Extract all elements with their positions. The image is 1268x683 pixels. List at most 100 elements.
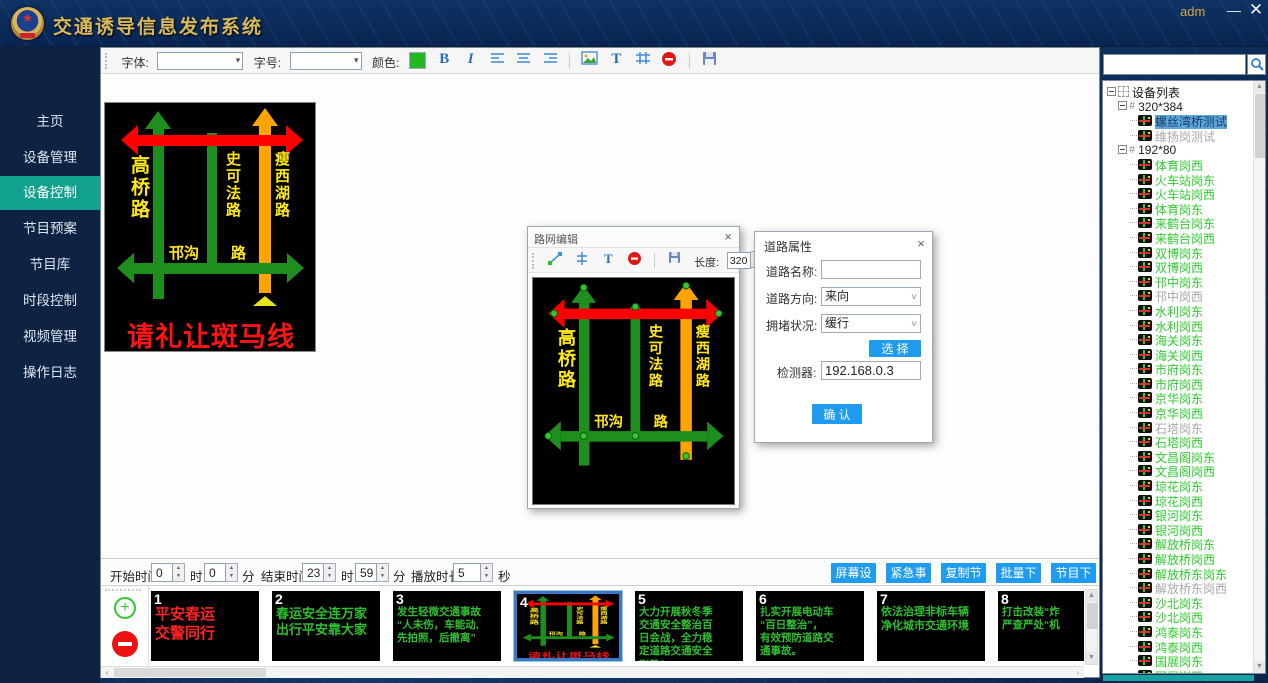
align-left-icon[interactable] [487, 51, 507, 71]
font-select[interactable] [157, 52, 243, 70]
editor-led-canvas[interactable]: 高桥路史可法路瘦西湖路邗沟路 [532, 277, 735, 505]
device-item[interactable]: 来鹤台岗西 [1105, 230, 1253, 245]
action-button-5[interactable]: 节目下发 [1051, 563, 1096, 583]
device-item[interactable]: 解放桥东岗东 [1105, 566, 1253, 581]
device-item[interactable]: 解放桥东岗西 [1105, 580, 1253, 595]
text-tool-button[interactable]: T [598, 251, 618, 271]
program-thumbnail-5[interactable]: 5大力开展秋冬季交通安全整治百日会战，全力稳定道路交通安全形势！ [635, 591, 743, 661]
logged-in-user[interactable]: adm [1180, 4, 1205, 19]
duration-stepper[interactable]: 5▲▼ [453, 563, 493, 582]
program-thumbnail-7[interactable]: 7依法治理非标车辆净化城市交通环境 [877, 591, 985, 661]
draw-road-icon[interactable] [545, 251, 565, 271]
select-button[interactable]: 选 择 [869, 340, 921, 357]
scrollbar-thumb[interactable] [1087, 603, 1098, 629]
edit-handle[interactable] [632, 303, 640, 311]
device-item[interactable]: 水利岗东 [1105, 303, 1253, 318]
scrollbar-thumb[interactable] [114, 668, 266, 677]
program-thumbnail-3[interactable]: 3发生轻微交通事故“人未伤，车能动,先拍照，后撤离” [393, 591, 501, 661]
program-thumbnail-6[interactable]: 6扎实开展电动车“百日整治”，有效预防道路交通事故。 [756, 591, 864, 661]
tree-group-192*80[interactable]: #192*80 [1105, 142, 1253, 157]
edit-handle[interactable] [544, 432, 552, 440]
device-item[interactable]: 双博岗东 [1105, 245, 1253, 260]
device-item[interactable]: 水利岗西 [1105, 318, 1253, 333]
device-search-input[interactable] [1103, 54, 1246, 75]
device-item[interactable]: 文昌阁岗东 [1105, 449, 1253, 464]
collapse-icon[interactable] [1118, 145, 1127, 154]
collapse-icon[interactable] [1118, 101, 1127, 110]
device-item[interactable]: 沙北岗东 [1105, 595, 1253, 610]
save-icon[interactable] [665, 251, 685, 271]
road-network-icon[interactable] [633, 51, 653, 71]
remove-program-button[interactable] [112, 631, 138, 657]
action-button-2[interactable]: 紧急事件 [886, 563, 931, 583]
scrollbar-thumb[interactable] [1255, 94, 1265, 158]
crossing-tool-icon[interactable] [572, 251, 592, 271]
bold-button[interactable]: B [434, 51, 454, 71]
device-item[interactable]: 火车站岗东 [1105, 172, 1253, 187]
device-item[interactable]: 螺丝湾桥测试 [1105, 113, 1253, 128]
scroll-up-icon[interactable]: ▲ [1254, 81, 1265, 93]
device-item[interactable]: 海关岗西 [1105, 347, 1253, 362]
device-item[interactable]: 银河岗西 [1105, 522, 1253, 537]
device-item[interactable]: 市府岗西 [1105, 376, 1253, 391]
color-swatch[interactable] [409, 52, 426, 69]
start-min-stepper[interactable]: 0▲▼ [204, 563, 238, 582]
minimize-button[interactable]: — [1225, 1, 1243, 19]
program-horizontal-scrollbar[interactable]: ‹ › [101, 666, 1084, 678]
sidebar-item-3[interactable]: 设备控制 [0, 176, 100, 210]
device-item[interactable]: 鸿泰岗东 [1105, 624, 1253, 639]
device-item[interactable]: 维扬岗测试 [1105, 128, 1253, 143]
dialog-titlebar[interactable]: 路网编辑 × [528, 227, 739, 248]
scroll-down-icon[interactable]: ▼ [1254, 661, 1265, 673]
edit-handle[interactable] [682, 282, 690, 290]
sidebar-item-1[interactable]: 主页 [0, 105, 100, 139]
device-item[interactable]: 鸿泰岗西 [1105, 639, 1253, 654]
edit-handle[interactable] [682, 452, 690, 460]
strip-grip[interactable] [105, 589, 141, 592]
action-button-4[interactable]: 批量下发 [996, 563, 1041, 583]
led-screen-preview[interactable]: 高桥路史可法路瘦西湖路邗沟路请礼让斑马线 [104, 102, 316, 352]
sidebar-item-2[interactable]: 设备管理 [0, 141, 100, 175]
device-item[interactable]: 体育岗东 [1105, 201, 1253, 216]
end-hour-stepper[interactable]: 23▲▼ [302, 563, 336, 582]
close-icon[interactable]: × [914, 236, 928, 252]
device-item[interactable]: 双博岗西 [1105, 259, 1253, 274]
insert-image-icon[interactable] [580, 51, 600, 71]
device-item[interactable]: 银河岗东 [1105, 507, 1253, 522]
device-item[interactable]: 石塔岗东 [1105, 420, 1253, 435]
scroll-up-icon[interactable]: ▲ [1086, 590, 1097, 602]
device-item[interactable]: 沙北岗西 [1105, 609, 1253, 624]
device-item[interactable]: 市府岗东 [1105, 361, 1253, 376]
action-button-1[interactable]: 屏幕设置 [831, 563, 876, 583]
scroll-right-icon[interactable]: › [1072, 667, 1084, 678]
device-item[interactable]: 火车站岗西 [1105, 186, 1253, 201]
sidebar-item-8[interactable]: 操作日志 [0, 356, 100, 390]
scroll-left-icon[interactable]: ‹ [101, 667, 113, 678]
tree-group-320*384[interactable]: #320*384 [1105, 99, 1253, 114]
device-item[interactable]: 琼花岗东 [1105, 478, 1253, 493]
sidebar-item-7[interactable]: 视频管理 [0, 320, 100, 354]
insert-text-button[interactable]: T [606, 51, 626, 71]
congestion-select[interactable]: 缓行 [821, 314, 921, 333]
device-item[interactable]: 国展岗西 [1105, 668, 1253, 674]
close-button[interactable]: ✕ [1246, 0, 1266, 20]
edit-handle[interactable] [580, 284, 588, 292]
device-item[interactable]: 解放桥岗西 [1105, 551, 1253, 566]
sidebar-item-6[interactable]: 时段控制 [0, 284, 100, 318]
sidebar-item-4[interactable]: 节目预案 [0, 212, 100, 246]
edit-handle[interactable] [632, 432, 640, 440]
program-thumbnail-2[interactable]: 2春运安全连万家出行平安靠大家 [272, 591, 380, 661]
save-icon[interactable] [699, 51, 719, 71]
delete-icon[interactable] [625, 251, 645, 271]
device-item[interactable]: 海关岗东 [1105, 332, 1253, 347]
delete-icon[interactable] [659, 51, 679, 71]
detector-input[interactable] [821, 361, 921, 380]
device-item[interactable]: 解放桥岗东 [1105, 536, 1253, 551]
device-item[interactable]: 国展岗东 [1105, 653, 1253, 668]
collapse-icon[interactable] [1107, 87, 1116, 96]
device-item[interactable]: 邗中岗东 [1105, 274, 1253, 289]
edit-handle[interactable] [715, 310, 723, 318]
confirm-button[interactable]: 确 认 [812, 404, 862, 424]
program-thumbnail-1[interactable]: 1平安春运交警同行 [151, 591, 259, 661]
road-name-input[interactable] [821, 260, 921, 279]
